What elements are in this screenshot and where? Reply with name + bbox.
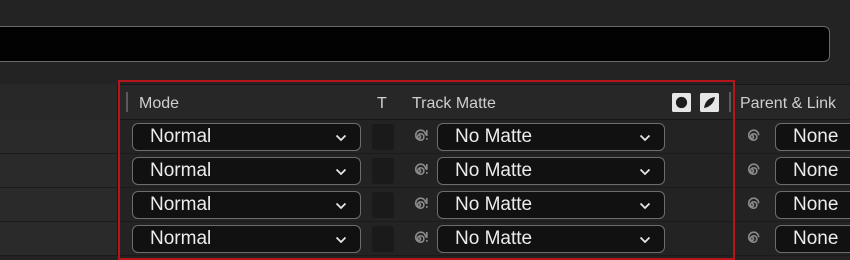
mode-dropdown[interactable]: Normal: [132, 225, 361, 253]
pickwhip-icon[interactable]: [408, 160, 430, 182]
pickwhip-icon[interactable]: [408, 194, 430, 216]
alpha-matte-icon[interactable]: [672, 93, 691, 112]
pickwhip-icon[interactable]: [741, 194, 763, 216]
track-matte-dropdown[interactable]: No Matte: [437, 191, 665, 219]
track-matte-value: No Matte: [455, 194, 533, 215]
mode-dropdown[interactable]: Normal: [132, 191, 361, 219]
track-matte-dropdown[interactable]: No Matte: [437, 225, 665, 253]
layer-row[interactable]: Normal No Matte None: [0, 188, 850, 222]
mode-value: Normal: [150, 228, 212, 249]
invert-matte-icon[interactable]: [700, 93, 719, 112]
chevron-down-icon: [640, 134, 650, 142]
pickwhip-icon[interactable]: [741, 160, 763, 182]
mode-dropdown[interactable]: Normal: [132, 157, 361, 185]
parent-dropdown[interactable]: None: [775, 123, 850, 151]
track-matte-dropdown[interactable]: No Matte: [437, 123, 665, 151]
mode-column-header[interactable]: Mode: [139, 95, 179, 113]
track-matte-value: No Matte: [455, 126, 533, 147]
preserve-transparency-toggle[interactable]: [372, 158, 394, 184]
mode-value: Normal: [150, 194, 212, 215]
track-matte-dropdown[interactable]: No Matte: [437, 157, 665, 185]
t-column-header[interactable]: T: [377, 95, 387, 113]
chevron-down-icon: [336, 134, 346, 142]
parent-dropdown[interactable]: None: [775, 191, 850, 219]
track-matte-value: No Matte: [455, 160, 533, 181]
parent-value: None: [793, 228, 839, 249]
chevron-down-icon: [640, 168, 650, 176]
track-matte-column-header[interactable]: Track Matte: [412, 95, 496, 113]
column-divider[interactable]: [729, 92, 731, 112]
pickwhip-icon[interactable]: [408, 126, 430, 148]
pickwhip-icon[interactable]: [741, 228, 763, 250]
parent-value: None: [793, 160, 839, 181]
chevron-down-icon: [336, 202, 346, 210]
preserve-transparency-toggle[interactable]: [372, 226, 394, 252]
preserve-transparency-toggle[interactable]: [372, 124, 394, 150]
layer-row[interactable]: Normal No Matte None: [0, 120, 850, 154]
chevron-down-icon: [640, 236, 650, 244]
chevron-down-icon: [640, 202, 650, 210]
mode-value: Normal: [150, 126, 212, 147]
parent-link-column-header[interactable]: Parent & Link: [740, 95, 836, 113]
mode-value: Normal: [150, 160, 212, 181]
column-divider[interactable]: [126, 92, 128, 112]
parent-value: None: [793, 194, 839, 215]
layer-name-cell: [0, 222, 118, 255]
pickwhip-icon[interactable]: [741, 126, 763, 148]
layer-name-cell: [0, 188, 118, 221]
chevron-down-icon: [336, 236, 346, 244]
mode-dropdown[interactable]: Normal: [132, 123, 361, 151]
preserve-transparency-toggle[interactable]: [372, 192, 394, 218]
parent-dropdown[interactable]: None: [775, 225, 850, 253]
layer-name-cell: [0, 154, 118, 187]
search-input[interactable]: [0, 26, 830, 62]
parent-value: None: [793, 126, 839, 147]
parent-dropdown[interactable]: None: [775, 157, 850, 185]
pickwhip-icon[interactable]: [408, 228, 430, 250]
layer-name-cell: [0, 120, 118, 153]
layer-row[interactable]: Normal No Matte None: [0, 154, 850, 188]
track-matte-value: No Matte: [455, 228, 533, 249]
chevron-down-icon: [336, 168, 346, 176]
layer-row[interactable]: Normal No Matte None: [0, 222, 850, 256]
